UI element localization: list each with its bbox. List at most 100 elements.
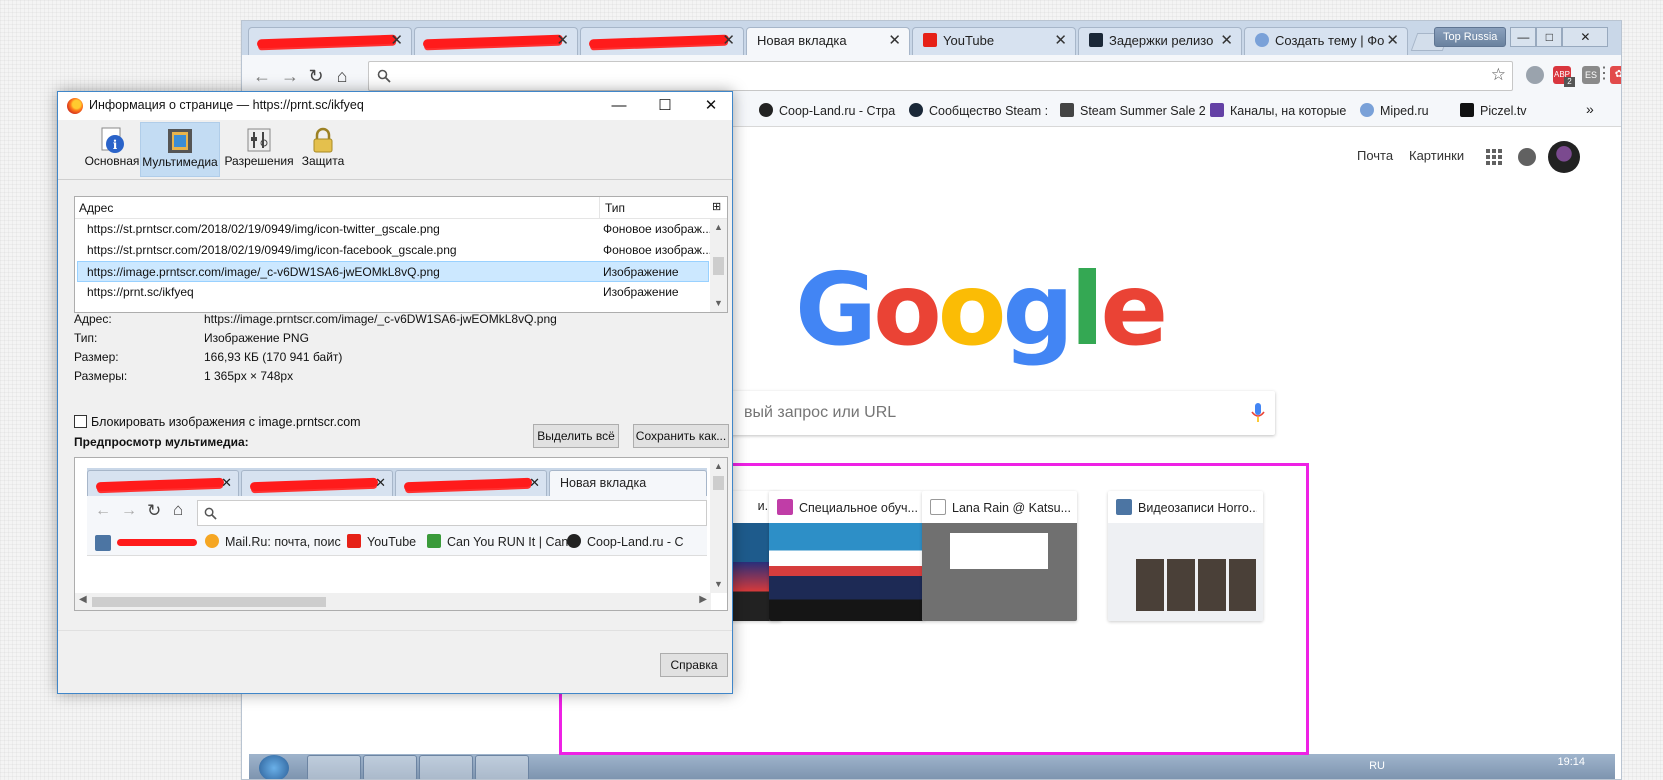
dialog-maximize-button[interactable]: ☐ bbox=[642, 92, 688, 120]
bookmark-steam-community[interactable]: Сообщество Steam : bbox=[909, 103, 1048, 118]
steam-sale-icon bbox=[1060, 103, 1074, 117]
home-icon[interactable]: ⌂ bbox=[330, 64, 354, 88]
bookmark-twitch[interactable]: Каналы, на которые bbox=[1210, 103, 1346, 118]
explorer-taskbar-button[interactable] bbox=[307, 755, 361, 779]
chrome-tab-new-tab[interactable]: Новая вкладка ✕ bbox=[746, 27, 910, 55]
scrollbar-thumb[interactable] bbox=[92, 597, 326, 607]
chrome-tab-youtube[interactable]: YouTube ✕ bbox=[912, 27, 1076, 55]
profile-button[interactable]: Top Russia bbox=[1434, 27, 1507, 47]
info-icon: i bbox=[101, 127, 124, 153]
checkbox-box[interactable] bbox=[74, 415, 87, 428]
close-tab-icon[interactable]: ✕ bbox=[390, 28, 403, 54]
chrome-tab-redacted-2[interactable]: ✕ bbox=[414, 27, 578, 55]
table-row[interactable]: https://st.prntscr.com/2018/02/19/0949/i… bbox=[77, 219, 712, 240]
microphone-icon[interactable] bbox=[1251, 403, 1265, 423]
bookmark-star-icon[interactable]: ☆ bbox=[1491, 65, 1506, 85]
reload-icon[interactable]: ↻ bbox=[304, 64, 328, 88]
bookmark-piczel[interactable]: Piczel.tv bbox=[1460, 103, 1527, 118]
preview-tab-redacted: ✕ bbox=[241, 470, 393, 496]
select-all-button[interactable]: Выделить всё bbox=[533, 424, 619, 448]
column-separator[interactable] bbox=[599, 197, 600, 219]
redaction-scribble bbox=[422, 34, 564, 49]
notifications-bell-icon[interactable] bbox=[1518, 148, 1536, 166]
column-header-address[interactable]: Адрес bbox=[79, 201, 113, 215]
scroll-up-arrow-icon[interactable]: ▲ bbox=[710, 219, 727, 236]
forward-arrow-icon[interactable]: → bbox=[278, 64, 302, 88]
bookmark-miped[interactable]: Miped.ru bbox=[1360, 103, 1429, 118]
vk-icon bbox=[95, 535, 111, 551]
bookmark-coopland[interactable]: Coop-Land.ru - Стра bbox=[759, 103, 895, 118]
address-bar[interactable]: ☆ bbox=[368, 61, 1513, 91]
chrome-tab-forum[interactable]: Создать тему | Фо ✕ bbox=[1244, 27, 1408, 55]
table-row-selected[interactable]: https://image.prntscr.com/image/_c-v6DW1… bbox=[77, 261, 709, 282]
scroll-up-arrow-icon[interactable]: ▲ bbox=[710, 458, 727, 475]
minimize-button[interactable]: — bbox=[1510, 27, 1537, 47]
chrome-tab-redacted-1[interactable]: ✕ bbox=[248, 27, 412, 55]
coopland-icon bbox=[567, 534, 581, 548]
help-button[interactable]: Справка bbox=[660, 653, 728, 677]
table-row[interactable]: https://prnt.sc/ikfyeq Изображение bbox=[77, 282, 709, 303]
bookmark-steam-sale[interactable]: Steam Summer Sale 2 bbox=[1060, 103, 1206, 118]
tab-general[interactable]: i Основная bbox=[84, 122, 140, 177]
logo-letter: l bbox=[1070, 251, 1104, 368]
globe-extension-icon[interactable] bbox=[1526, 66, 1544, 84]
save-as-button[interactable]: Сохранить как... bbox=[633, 424, 729, 448]
tab-label: YouTube bbox=[943, 33, 995, 48]
block-images-checkbox[interactable]: Блокировать изображения с image.prntscr.… bbox=[74, 415, 361, 429]
chrome-tab-redacted-3[interactable]: ✕ bbox=[580, 27, 744, 55]
chrome-menu-icon[interactable]: ⋮ bbox=[1596, 63, 1612, 83]
maximize-button[interactable]: □ bbox=[1536, 27, 1563, 47]
close-tab-icon[interactable]: ✕ bbox=[1386, 28, 1399, 54]
close-window-button[interactable]: ✕ bbox=[1562, 27, 1609, 47]
scroll-right-arrow-icon[interactable]: ▶ bbox=[699, 594, 707, 605]
logo-letter: o bbox=[937, 251, 1007, 368]
media-preview-pane[interactable]: ✕ ✕ ✕ Новая вкладка ← → ↻ ⌂ Mail.Ru: поч… bbox=[74, 457, 728, 611]
start-button[interactable] bbox=[259, 755, 289, 779]
google-search-box[interactable]: вый запрос или URL bbox=[692, 391, 1275, 435]
language-indicator[interactable]: RU bbox=[1369, 760, 1385, 772]
tab-permissions[interactable]: Разрешения bbox=[224, 122, 294, 177]
close-tab-icon[interactable]: ✕ bbox=[722, 28, 735, 54]
logo-letter: e bbox=[1100, 251, 1168, 368]
avatar[interactable] bbox=[1548, 141, 1580, 173]
scroll-left-arrow-icon[interactable]: ◀ bbox=[79, 594, 87, 605]
column-picker-icon[interactable]: ⊞ bbox=[712, 200, 721, 213]
tab-media[interactable]: Мультимедиа bbox=[140, 122, 220, 177]
app-taskbar-button[interactable] bbox=[475, 755, 529, 779]
tab-security[interactable]: Защита bbox=[298, 122, 348, 177]
images-link[interactable]: Картинки bbox=[1409, 148, 1464, 163]
dialog-minimize-button[interactable]: — bbox=[596, 92, 642, 120]
column-header-type[interactable]: Тип bbox=[605, 201, 625, 215]
youtube-icon bbox=[923, 33, 937, 47]
scrollbar-thumb[interactable] bbox=[713, 476, 724, 490]
steam-taskbar-button[interactable] bbox=[419, 755, 473, 779]
scrollbar-thumb[interactable] bbox=[713, 257, 724, 275]
preview-tab-strip: ✕ ✕ ✕ Новая вкладка bbox=[87, 468, 707, 496]
scroll-down-arrow-icon[interactable]: ▼ bbox=[710, 576, 727, 593]
bookmarks-overflow-button[interactable]: » bbox=[1586, 101, 1594, 117]
back-arrow-icon[interactable]: ← bbox=[250, 64, 274, 88]
chrome-taskbar-button[interactable] bbox=[363, 755, 417, 779]
close-tab-icon[interactable]: ✕ bbox=[1220, 28, 1233, 54]
logo-letter: g bbox=[1002, 251, 1075, 368]
dialog-close-button[interactable]: ✕ bbox=[688, 92, 734, 120]
table-vertical-scrollbar[interactable]: ▲ ▼ bbox=[710, 219, 727, 312]
preview-vertical-scrollbar[interactable]: ▲ ▼ bbox=[710, 458, 727, 593]
youtube-icon bbox=[347, 534, 361, 548]
table-row[interactable]: https://st.prntscr.com/2018/02/19/0949/i… bbox=[77, 240, 712, 261]
clock[interactable]: 19:14 bbox=[1557, 756, 1585, 768]
adblock-badge: 2 bbox=[1564, 77, 1575, 87]
preview-tab-redacted: ✕ bbox=[395, 470, 547, 496]
scroll-down-arrow-icon[interactable]: ▼ bbox=[710, 295, 727, 312]
close-tab-icon[interactable]: ✕ bbox=[888, 28, 901, 54]
close-tab-icon[interactable]: ✕ bbox=[1054, 28, 1067, 54]
miped-icon bbox=[1360, 103, 1374, 117]
gmail-link[interactable]: Почта bbox=[1357, 148, 1393, 163]
preview-address-bar bbox=[197, 500, 707, 526]
apps-grid-icon[interactable] bbox=[1486, 149, 1502, 165]
preview-horizontal-scrollbar[interactable]: ◀ ▶ bbox=[75, 593, 711, 610]
close-tab-icon[interactable]: ✕ bbox=[556, 28, 569, 54]
google-logo: Google bbox=[795, 255, 1168, 365]
chrome-tab-steam[interactable]: Задержки релизо ✕ bbox=[1078, 27, 1242, 55]
media-table[interactable]: Адрес Тип ⊞ https://st.prntscr.com/2018/… bbox=[74, 196, 728, 313]
